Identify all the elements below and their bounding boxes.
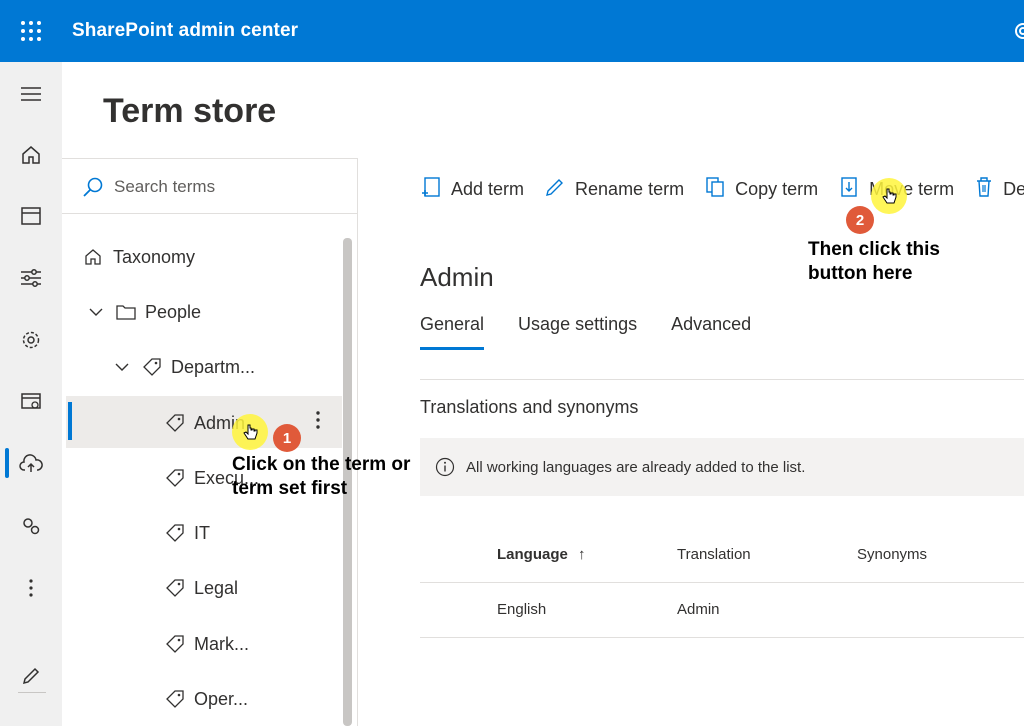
tree-item-label: Oper... — [194, 688, 249, 709]
gear-icon[interactable] — [19, 328, 43, 352]
step-badge-2: 2 — [846, 206, 874, 234]
tag-icon — [165, 468, 185, 488]
page-title: Term store — [103, 92, 277, 130]
edit-icon[interactable] — [19, 664, 43, 688]
tag-icon — [165, 413, 185, 433]
suite-header: SharePoint admin center — [0, 0, 1024, 62]
delete-term-button[interactable]: De — [974, 176, 1024, 203]
search-input[interactable]: Search terms — [114, 177, 215, 197]
tree-item-legal[interactable]: Legal — [165, 561, 238, 615]
add-term-button[interactable]: Add term — [420, 176, 524, 203]
hand-cursor-icon — [243, 423, 259, 448]
migration-icon[interactable] — [19, 452, 43, 476]
cell-translation: Admin — [677, 601, 720, 618]
home-icon[interactable] — [19, 143, 43, 167]
app-title[interactable]: SharePoint admin center — [72, 20, 298, 42]
tab-general[interactable]: General — [420, 314, 485, 350]
add-term-label: Add term — [451, 178, 525, 199]
tab-usage-settings[interactable]: Usage settings — [518, 314, 637, 350]
detail-tabs: General Usage settings Advanced — [420, 314, 785, 350]
content-services-icon[interactable] — [19, 390, 43, 414]
chevron-down-icon[interactable] — [88, 303, 106, 321]
delete-icon — [974, 176, 1003, 203]
chevron-down-icon[interactable] — [114, 358, 132, 376]
tree-item-it[interactable]: IT — [165, 506, 210, 560]
folder-icon — [116, 302, 136, 322]
info-icon — [435, 457, 455, 477]
copy-term-label: Copy term — [735, 178, 819, 199]
panel-divider — [357, 158, 358, 726]
sort-ascending-icon: ↑ — [578, 546, 586, 563]
copy-term-button[interactable]: Copy term — [704, 176, 818, 203]
rename-term-label: Rename term — [575, 178, 685, 199]
search-icon — [82, 176, 103, 197]
tree-item-label: Taxonomy — [113, 246, 196, 267]
step2-callout-line1: Then click this — [808, 239, 940, 260]
add-icon — [420, 176, 451, 203]
step1-callout: Click on the term or term set first — [232, 453, 410, 501]
more-actions-icon[interactable] — [312, 409, 324, 435]
nav-active-indicator — [5, 448, 9, 478]
tree-item-taxonomy[interactable]: Taxonomy — [84, 230, 195, 284]
move-icon — [838, 176, 869, 203]
home-icon — [84, 247, 104, 267]
tabs-divider — [420, 379, 1024, 380]
step1-callout-line2: term set first — [232, 478, 348, 499]
step1-callout-line1: Click on the term or — [232, 454, 411, 475]
tree-item-department[interactable]: Departm... — [114, 340, 255, 394]
step2-callout: Then click this button here — [808, 238, 940, 286]
step-badge-1: 1 — [273, 424, 301, 452]
selected-indicator — [68, 402, 72, 440]
info-message-bar: All working languages are already added … — [420, 438, 1024, 496]
app-launcher-icon[interactable] — [20, 20, 42, 42]
tree-item-label: Departm... — [171, 356, 256, 377]
column-header-language[interactable]: Language ↑ — [497, 546, 586, 563]
tag-icon — [165, 578, 185, 598]
search-box[interactable]: Search terms — [62, 159, 358, 214]
delete-term-label: De — [1003, 178, 1024, 199]
cell-language: English — [497, 601, 547, 618]
table-row[interactable]: English Admin — [420, 583, 1024, 638]
left-nav-rail — [0, 62, 62, 726]
sites-icon[interactable] — [19, 204, 43, 228]
settings-icon[interactable] — [1012, 20, 1024, 42]
tag-icon — [142, 357, 162, 377]
tab-advanced[interactable]: Advanced — [671, 314, 751, 350]
rename-icon — [544, 176, 575, 203]
hand-cursor-icon — [882, 187, 898, 212]
nav-divider — [18, 692, 46, 693]
step2-callout-line2: button here — [808, 263, 913, 284]
tree-item-operations[interactable]: Oper... — [165, 672, 248, 726]
tag-icon — [165, 689, 185, 709]
table-header: Language ↑ Translation Synonyms — [420, 530, 1024, 583]
tree-item-marketing[interactable]: Mark... — [165, 617, 249, 671]
tree-item-label: People — [145, 301, 202, 322]
rename-term-button[interactable]: Rename term — [544, 176, 684, 203]
tree-item-label: Mark... — [194, 633, 250, 654]
tag-icon — [165, 634, 185, 654]
info-message-text: All working languages are already added … — [466, 459, 806, 476]
column-header-label: Language — [497, 546, 568, 563]
section-title: Translations and synonyms — [420, 397, 639, 417]
more-icon[interactable] — [19, 576, 43, 600]
hamburger-icon[interactable] — [19, 82, 43, 106]
copy-icon — [704, 176, 735, 203]
command-bar: Add term Rename term Copy term Move term… — [420, 174, 1024, 204]
tree-item-people[interactable]: People — [88, 285, 201, 339]
column-header-translation[interactable]: Translation — [677, 546, 751, 563]
term-title: Admin — [420, 262, 494, 292]
advanced-icon[interactable] — [19, 514, 43, 538]
tree-item-label: Legal — [194, 577, 239, 598]
column-header-synonyms[interactable]: Synonyms — [857, 546, 927, 563]
tag-icon — [165, 523, 185, 543]
policies-icon[interactable] — [19, 266, 43, 290]
tree-item-label: IT — [194, 522, 210, 543]
